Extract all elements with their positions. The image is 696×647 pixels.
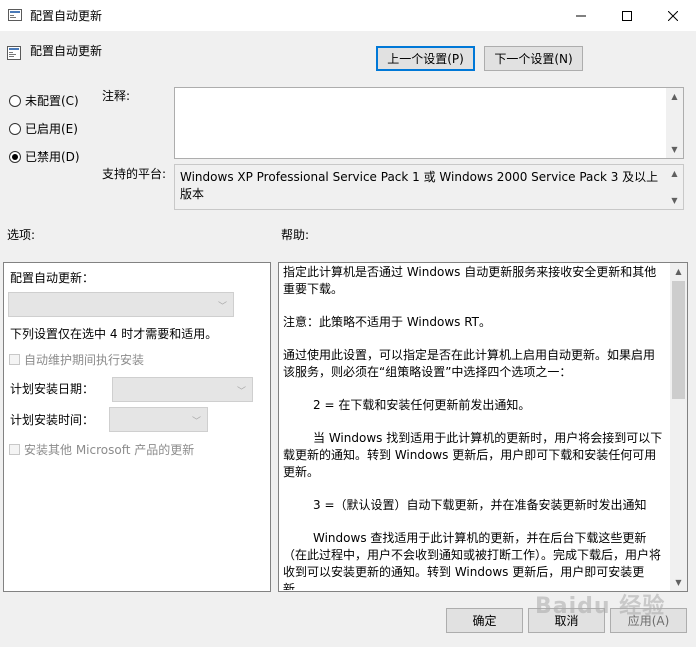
- comment-textarea[interactable]: ▲ ▼: [174, 87, 684, 159]
- help-paragraph: 3 =（默认设置）自动下载更新，并在准备安装更新时发出通知: [313, 498, 647, 512]
- scroll-up-icon[interactable]: ▲: [670, 263, 687, 280]
- scroll-up-icon[interactable]: ▲: [666, 165, 683, 182]
- configure-update-label: 配置自动更新：: [10, 271, 95, 285]
- policy-icon: [7, 46, 21, 60]
- platform-label: 支持的平台:: [102, 167, 167, 181]
- help-paragraph: 2 = 在下载和安装任何更新前发出通知。: [313, 398, 531, 412]
- schedule-time-select[interactable]: ﹀: [109, 407, 208, 432]
- minimize-icon: [576, 15, 586, 16]
- platform-box: Windows XP Professional Service Pack 1 或…: [174, 164, 684, 210]
- maintenance-install-checkbox[interactable]: 自动维护期间执行安装: [9, 351, 144, 368]
- setting-title: 配置自动更新: [30, 44, 103, 58]
- scroll-down-icon[interactable]: ▼: [666, 192, 683, 209]
- comment-scrollbar[interactable]: ▲ ▼: [666, 88, 683, 158]
- radio-circle[interactable]: [9, 122, 21, 135]
- scrollbar-thumb[interactable]: [672, 281, 685, 399]
- checkbox-label: 自动维护期间执行安装: [24, 353, 145, 367]
- chevron-down-icon: ﹀: [217, 302, 227, 312]
- comment-value: [176, 89, 666, 157]
- radio-label: 已禁用(D): [25, 150, 80, 164]
- radio-label: 已启用(E): [25, 122, 78, 136]
- comment-label: 注释:: [102, 89, 131, 103]
- radio-disabled[interactable]: 已禁用(D): [9, 148, 80, 165]
- title-bar: 配置自动更新: [0, 0, 696, 32]
- scroll-down-icon[interactable]: ▼: [670, 574, 687, 591]
- radio-circle[interactable]: [9, 94, 21, 107]
- checkbox-box[interactable]: [9, 354, 20, 365]
- other-products-checkbox[interactable]: 安装其他 Microsoft 产品的更新: [9, 441, 194, 458]
- help-text: 指定此计算机是否通过 Windows 自动更新服务来接收安全更新和其他重要下载。…: [283, 264, 665, 590]
- radio-enabled[interactable]: 已启用(E): [9, 120, 78, 137]
- platform-value: Windows XP Professional Service Pack 1 或…: [180, 170, 659, 201]
- help-paragraph: Windows 查找适用于此计算机的更新，并在后台下载这些更新（在此过程中，用户…: [283, 531, 662, 590]
- scroll-up-icon[interactable]: ▲: [666, 88, 683, 105]
- help-paragraph: 当 Windows 找到适用于此计算机的更新时，用户将会接到可以下载更新的通知。…: [283, 431, 663, 479]
- previous-setting-button[interactable]: 上一个设置(P): [376, 46, 475, 71]
- chevron-down-icon: ﹀: [191, 417, 201, 427]
- close-icon: [668, 10, 678, 21]
- policy-settings-icon: [8, 9, 22, 21]
- schedule-day-label: 计划安装日期：: [10, 382, 95, 396]
- help-paragraph: 指定此计算机是否通过 Windows 自动更新服务来接收安全更新和其他重要下载。: [283, 265, 657, 296]
- ok-button[interactable]: 确定: [446, 608, 523, 633]
- platform-scrollbar[interactable]: ▲ ▼: [666, 165, 683, 209]
- watermark: Baidu 经验: [535, 594, 666, 619]
- help-paragraph: 通过使用此设置，可以指定是否在此计算机上启用自动更新。如果启用该服务，则必须在“…: [283, 348, 656, 379]
- checkbox-label: 安装其他 Microsoft 产品的更新: [24, 443, 195, 457]
- options-label: 选项:: [7, 228, 36, 242]
- maximize-button[interactable]: [604, 0, 650, 31]
- window-title: 配置自动更新: [30, 9, 103, 23]
- minimize-button[interactable]: [558, 0, 604, 31]
- radio-circle[interactable]: [9, 150, 21, 163]
- applicability-note: 下列设置仅在选中 4 时才需要和适用。: [10, 327, 218, 341]
- chevron-down-icon: ﹀: [236, 387, 246, 397]
- help-label: 帮助:: [281, 228, 310, 242]
- help-panel: 指定此计算机是否通过 Windows 自动更新服务来接收安全更新和其他重要下载。…: [278, 262, 688, 592]
- options-panel: 配置自动更新： ﹀ 下列设置仅在选中 4 时才需要和适用。 自动维护期间执行安装…: [3, 262, 271, 592]
- schedule-time-label: 计划安装时间：: [10, 413, 95, 427]
- help-scrollbar[interactable]: ▲ ▼: [670, 263, 687, 591]
- schedule-day-select[interactable]: ﹀: [112, 377, 253, 402]
- next-setting-button[interactable]: 下一个设置(N): [484, 46, 583, 71]
- scroll-down-icon[interactable]: ▼: [666, 141, 683, 158]
- radio-label: 未配置(C): [25, 94, 79, 108]
- maximize-icon: [622, 10, 632, 21]
- close-button[interactable]: [650, 0, 696, 31]
- configure-update-select[interactable]: ﹀: [8, 292, 234, 317]
- checkbox-box[interactable]: [9, 444, 20, 455]
- radio-not-configured[interactable]: 未配置(C): [9, 92, 79, 109]
- help-paragraph: 注意：此策略不适用于 Windows RT。: [283, 315, 491, 329]
